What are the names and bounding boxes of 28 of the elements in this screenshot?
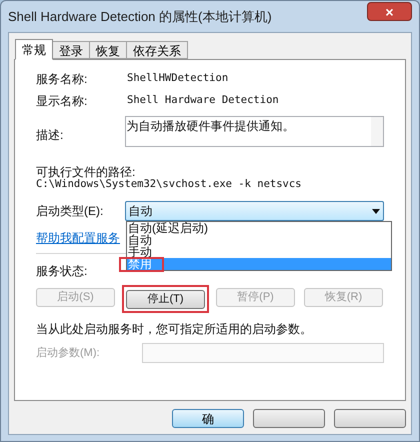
startup-type-dropdown[interactable]: 自动 bbox=[124, 201, 384, 221]
path-label: 可执行文件的路径: bbox=[36, 164, 136, 177]
tab[interactable]: 常规 bbox=[15, 39, 53, 60]
dialog-button[interactable] bbox=[334, 409, 406, 428]
field-label: 描述: bbox=[36, 127, 64, 144]
dialog-button[interactable] bbox=[253, 409, 325, 428]
tab[interactable]: 恢复 bbox=[90, 41, 127, 59]
field-label: 启动参数(M): bbox=[36, 346, 101, 360]
field-label: 显示名称: bbox=[36, 93, 88, 110]
dropdown-option[interactable]: 自动(延迟启动) bbox=[127, 222, 391, 234]
close-button[interactable]: × bbox=[367, 2, 412, 21]
field-label: 服务名称: bbox=[36, 71, 88, 88]
field-value: ShellHWDetection bbox=[127, 71, 228, 86]
tab[interactable]: 依存关系 bbox=[127, 41, 188, 59]
dropdown-option[interactable]: 自动 bbox=[127, 234, 391, 246]
description-text: 为自动播放硬件事件提供通知。 bbox=[126, 118, 296, 135]
path-value: C:\Windows\System32\svchost.exe -k netsvcs bbox=[36, 178, 303, 191]
dropdown-option[interactable]: 手动 bbox=[127, 246, 391, 258]
tab[interactable]: 登录 bbox=[53, 41, 90, 59]
caret-icon bbox=[372, 208, 380, 214]
field-label: 服务状态: bbox=[36, 263, 88, 280]
field-label: 启动类型(E): bbox=[36, 203, 104, 220]
help-link[interactable]: 帮助我配置服务 bbox=[36, 231, 120, 245]
dialog-button[interactable]: 确 bbox=[172, 409, 244, 428]
hint-text: 当从此处启动服务时，您可指定所适用的启动参数。 bbox=[36, 320, 313, 334]
field-value: Shell Hardware Detection bbox=[127, 93, 279, 108]
window-title: Shell Hardware Detection 的属性(本地计算机) bbox=[8, 8, 272, 26]
service-button[interactable]: 停止(T) bbox=[126, 290, 205, 309]
